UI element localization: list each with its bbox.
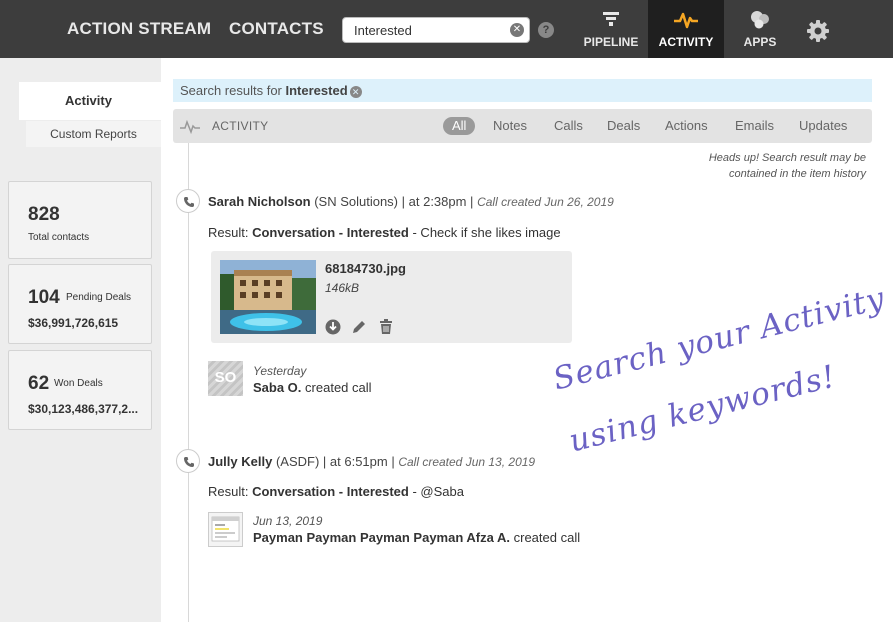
nav-pipeline-label: PIPELINE [583,35,639,49]
heads-up-line2: contained in the item history [729,168,866,180]
log-action: created call [513,530,581,545]
contact-company: (SN Solutions) [314,194,399,209]
search-box: ✕ [342,17,530,43]
result-bold: Conversation - Interested [252,225,409,240]
filter-emails[interactable]: Emails [735,118,774,133]
help-icon[interactable]: ? [538,22,554,38]
filter-actions[interactable]: Actions [665,118,708,133]
nav-action-stream[interactable]: ACTION STREAM [67,19,211,39]
nav-contacts[interactable]: CONTACTS [229,19,324,39]
activity-pulse-icon [648,10,724,32]
log-action: created call [305,380,372,395]
log-actor[interactable]: Payman Payman Payman Payman Afza A. [253,530,510,545]
phone-icon [176,189,200,213]
result-bold: Conversation - Interested [252,484,409,499]
nav-pipeline[interactable]: PIPELINE [576,0,646,58]
avatar-initials: SO [214,369,237,386]
entry-time: | at 6:51pm | [322,454,395,469]
nav-apps-label: APPS [743,35,777,49]
search-results-banner: Search results for Interested ✕ [173,79,872,102]
log-time: Jun 13, 2019 [253,514,323,528]
promo-line-1: Search your Activity [549,280,889,398]
nav-activity-label: ACTIVITY [658,35,714,49]
search-input[interactable] [343,18,503,42]
edit-pencil-icon[interactable] [351,319,367,340]
timeline-line [188,143,189,622]
heads-up-note: Heads up! Search result may be contained… [666,150,866,182]
entry-header: Jully Kelly (ASDF) | at 6:51pm | Call cr… [208,454,535,469]
entry-time: | at 2:38pm | [401,194,474,209]
filter-deals[interactable]: Deals [607,118,640,133]
entry-meta: Call created Jun 26, 2019 [477,195,614,209]
contact-company: (ASDF) [275,454,320,469]
clear-search-icon[interactable]: ✕ [510,23,524,37]
contact-name-link[interactable]: Sarah Nicholson [208,194,311,209]
stat-number: 828 [28,204,60,225]
settings-gear-icon[interactable] [806,19,830,48]
heads-up-line1: Heads up! Search result may be [708,152,866,164]
nav-apps[interactable]: APPS [728,0,792,58]
entry-meta: Call created Jun 13, 2019 [398,455,536,469]
stat-label: Pending Deals [66,292,132,303]
promo-overlay: Search your Activity using keywords! [548,280,889,478]
log-actor[interactable]: Saba O. [253,380,301,395]
avatar[interactable]: SO [208,361,243,396]
entry-result: Result: Conversation - Interested - Chec… [208,225,561,240]
log-text: Saba O. created call [253,380,372,395]
left-sidebar: Activity Custom Reports 828 Total contac… [0,58,161,622]
sidebar-tab-activity[interactable]: Activity [19,82,161,120]
entry-result: Result: Conversation - Interested - @Sab… [208,484,464,499]
sidebar-tab-custom-reports[interactable]: Custom Reports [26,121,161,147]
log-text: Payman Payman Payman Payman Afza A. crea… [253,530,580,545]
attachment-size: 146kB [325,281,360,295]
banner-term: Interested [285,83,348,98]
promo-line-2: using keywords! [565,358,840,460]
stat-label: Won Deals [54,378,103,389]
stat-amount: $30,123,486,377,2... [28,402,139,416]
funnel-icon [576,10,646,32]
download-icon[interactable] [325,319,341,340]
attachment-card: 68184730.jpg 146kB [211,251,572,343]
stat-card-pending-deals[interactable]: 104 Pending Deals $36,991,726,615 [8,264,152,344]
stat-number: 62 [28,373,50,394]
contact-name-link[interactable]: Jully Kelly [208,454,272,469]
apps-icon [728,10,792,32]
attachment-thumbnail[interactable] [220,260,316,334]
avatar[interactable] [208,512,243,547]
nav-activity[interactable]: ACTIVITY [648,0,724,58]
phone-icon [176,449,200,473]
clear-term-icon[interactable]: ✕ [349,85,362,98]
activity-filter-bar: ACTIVITY All Notes Calls Deals Actions E… [173,109,872,143]
top-nav-bar: ACTION STREAM CONTACTS ✕ ? PIPELINE ACTI… [0,0,893,58]
banner-prefix: Search results for [180,83,282,98]
filter-all[interactable]: All [443,117,476,135]
filter-notes[interactable]: Notes [493,118,527,133]
result-rest: - @Saba [412,484,464,499]
entry-header: Sarah Nicholson (SN Solutions) | at 2:38… [208,194,614,209]
stat-label: Total contacts [28,232,90,243]
log-time: Yesterday [253,364,307,378]
stat-number: 104 [28,287,60,308]
trash-icon[interactable] [379,319,393,340]
filter-updates[interactable]: Updates [799,118,847,133]
result-prefix: Result: [208,225,249,240]
result-prefix: Result: [208,484,249,499]
filter-calls[interactable]: Calls [554,118,583,133]
attachment-filename[interactable]: 68184730.jpg [325,261,406,276]
activity-pulse-icon [180,120,200,134]
stat-amount: $36,991,726,615 [28,316,119,330]
stat-card-total-contacts[interactable]: 828 Total contacts [8,181,152,259]
result-rest: - Check if she likes image [412,225,561,240]
filter-title: ACTIVITY [212,119,269,133]
stat-card-won-deals[interactable]: 62 Won Deals $30,123,486,377,2... [8,350,152,430]
